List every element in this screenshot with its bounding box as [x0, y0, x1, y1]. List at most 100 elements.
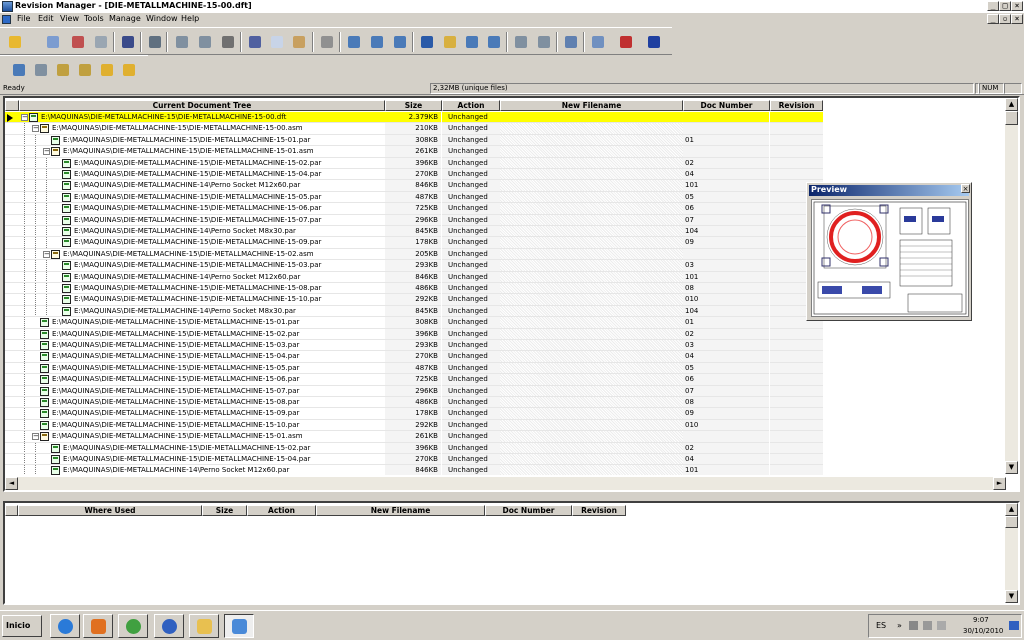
file-action[interactable]: Unchanged [442, 112, 500, 124]
new-filename[interactable] [500, 260, 683, 272]
scroll-up-arrow[interactable]: ▲ [1005, 98, 1018, 111]
where-scroll-up-arrow[interactable]: ▲ [1005, 503, 1018, 516]
print-icon[interactable] [318, 33, 336, 51]
back-icon[interactable] [418, 33, 436, 51]
revision[interactable] [770, 123, 823, 135]
file-action[interactable]: Unchanged [442, 442, 500, 454]
undo-icon[interactable] [146, 33, 164, 51]
file-action[interactable]: Unchanged [442, 328, 500, 340]
expand-collapse-toggle[interactable]: − [43, 148, 50, 156]
header-new-filename[interactable]: New Filename [500, 100, 683, 111]
file-action[interactable]: Unchanged [442, 157, 500, 169]
clock-date[interactable]: 30/10/2010 [963, 627, 1003, 635]
new-filename[interactable] [500, 134, 683, 147]
where-used-icon[interactable] [562, 33, 580, 51]
file-action[interactable]: Unchanged [442, 226, 500, 238]
new-filename[interactable] [500, 157, 683, 169]
media-player-icon[interactable] [83, 614, 113, 638]
doc-number[interactable]: 04 [683, 351, 769, 363]
device-icon[interactable] [937, 621, 946, 630]
file-action[interactable]: Unchanged [442, 465, 500, 475]
doc-number[interactable]: 05 [683, 191, 769, 204]
cut-icon[interactable] [246, 33, 264, 51]
header-action[interactable]: Action [442, 100, 500, 111]
tree-row[interactable]: E:\MAQUINAS\DIE-METALLMACHINE-14\Perno S… [5, 271, 823, 283]
revision-manager-task-icon[interactable] [224, 614, 254, 638]
tree-row[interactable]: E:\MAQUINAS\DIE-METALLMACHINE-15\DIE-MET… [5, 134, 823, 147]
network-icon[interactable] [909, 621, 918, 630]
file-action[interactable]: Unchanged [442, 397, 500, 409]
perform-actions-icon[interactable] [617, 33, 635, 51]
new-filename[interactable] [500, 340, 683, 352]
file-action[interactable]: Unchanged [442, 408, 500, 420]
doc-number[interactable]: 04 [683, 169, 769, 181]
doc-number[interactable]: 02 [683, 328, 769, 340]
file-action[interactable]: Unchanged [442, 169, 500, 181]
minimize-button[interactable]: _ [987, 1, 999, 11]
doc-number[interactable]: 03 [683, 260, 769, 272]
tree-row[interactable]: E:\MAQUINAS\DIE-METALLMACHINE-15\DIE-MET… [5, 408, 823, 420]
tree-row[interactable]: E:\MAQUINAS\DIE-METALLMACHINE-15\DIE-MET… [5, 328, 823, 340]
file-action[interactable]: Unchanged [442, 146, 500, 158]
close-button[interactable]: × [1011, 1, 1023, 11]
header-where-used[interactable]: Where Used [18, 505, 202, 516]
revision[interactable] [770, 157, 823, 169]
file-action[interactable]: Unchanged [442, 203, 500, 215]
new-filename[interactable] [500, 317, 683, 329]
file-action[interactable]: Unchanged [442, 385, 500, 397]
doc-number[interactable] [683, 146, 769, 158]
revision[interactable] [770, 112, 823, 124]
new-filename[interactable] [500, 442, 683, 454]
doc-number[interactable]: 101 [683, 271, 769, 283]
tree-row[interactable]: E:\MAQUINAS\DIE-METALLMACHINE-15\DIE-MET… [5, 317, 823, 329]
menu-tools[interactable]: Tools [84, 14, 104, 23]
file-action[interactable]: Unchanged [442, 340, 500, 352]
list-view-icon[interactable] [368, 33, 386, 51]
replace-icon[interactable] [173, 33, 191, 51]
internet-explorer-icon[interactable] [50, 614, 80, 638]
tree-row[interactable]: E:\MAQUINAS\DIE-METALLMACHINE-15\DIE-MET… [5, 351, 823, 363]
select-assemblies-icon[interactable] [485, 33, 503, 51]
doc-number[interactable]: 06 [683, 203, 769, 215]
header-size[interactable]: Size [385, 100, 442, 111]
maximize-button[interactable]: □ [999, 1, 1011, 11]
tree-row[interactable]: E:\MAQUINAS\DIE-METALLMACHINE-15\DIE-MET… [5, 442, 823, 454]
mdi-close-button[interactable]: × [1011, 14, 1023, 24]
preview-title[interactable]: Preview [809, 185, 969, 196]
doc-number[interactable] [683, 248, 769, 261]
revision[interactable] [770, 431, 823, 443]
mdi-minimize-button[interactable]: _ [987, 14, 999, 24]
doc-number[interactable] [683, 112, 769, 124]
clock-time[interactable]: 9:07 [973, 616, 989, 624]
new-filename[interactable] [500, 362, 683, 375]
expand-collapse-toggle[interactable]: − [21, 114, 28, 121]
file-action[interactable]: Unchanged [442, 351, 500, 363]
menu-window[interactable]: Window [146, 14, 178, 23]
doc-number[interactable]: 010 [683, 419, 769, 432]
doc-number[interactable]: 01 [683, 317, 769, 329]
doc-number[interactable]: 010 [683, 294, 769, 306]
doc-number[interactable]: 06 [683, 374, 769, 386]
new-filename[interactable] [500, 248, 683, 261]
file-action[interactable]: Unchanged [442, 214, 500, 226]
tree-row[interactable]: E:\MAQUINAS\DIE-METALLMACHINE-15\DIE-MET… [5, 237, 823, 249]
tree-row[interactable]: E:\MAQUINAS\DIE-METALLMACHINE-15\DIE-MET… [5, 397, 823, 409]
preview-window[interactable]: Preview × [806, 182, 972, 321]
header-revision[interactable]: Revision [770, 100, 823, 111]
tree-row[interactable]: E:\MAQUINAS\DIE-METALLMACHINE-15\DIE-MET… [5, 374, 823, 386]
file-action[interactable]: Unchanged [442, 419, 500, 432]
open-icon[interactable] [6, 33, 24, 51]
doc-number[interactable]: 02 [683, 442, 769, 454]
doc-number[interactable]: 101 [683, 180, 769, 192]
properties-icon[interactable] [69, 33, 87, 51]
where-header-action[interactable]: Action [247, 505, 316, 516]
file-action[interactable]: Unchanged [442, 294, 500, 306]
new-filename[interactable] [500, 169, 683, 181]
new-filename[interactable] [500, 203, 683, 215]
doc-number[interactable] [683, 123, 769, 135]
tree-row[interactable]: − E:\MAQUINAS\DIE-METALLMACHINE-15\DIE-ME… [5, 248, 823, 261]
new-filename[interactable] [500, 454, 683, 466]
set-action-icon[interactable] [512, 33, 530, 51]
new-filename[interactable] [500, 112, 683, 124]
tree-row[interactable]: − E:\MAQUINAS\DIE-METALLMACHINE-15\DIE-ME… [5, 112, 823, 124]
